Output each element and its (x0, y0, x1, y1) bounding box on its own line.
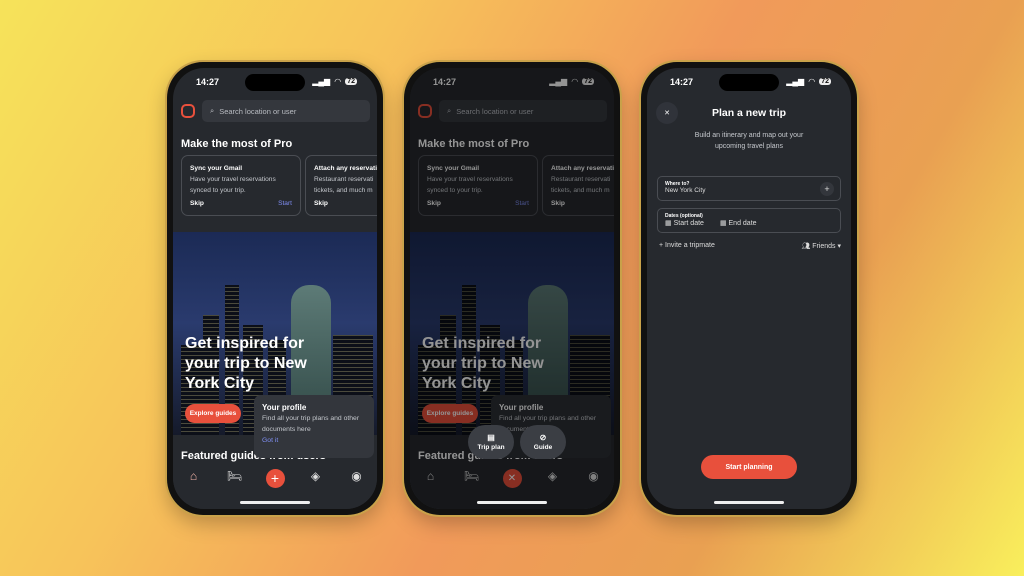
app-logo[interactable] (181, 104, 195, 118)
status-icons: ▂▄▆ ◠ 72 (312, 77, 357, 86)
phone-home: 14:27 ▂▄▆ ◠ 72 ⌕ Search location or user Ma… (167, 62, 383, 515)
home-icon[interactable]: ⌂ (184, 469, 204, 483)
dates-field: Dates (optional) ▦ Start date ▦ End date (657, 208, 841, 233)
battery-icon: 72 (345, 78, 357, 85)
profile-tooltip: Your profile Find all your trip plans and… (254, 395, 374, 458)
calendar-icon: ▦ (719, 220, 727, 227)
dynamic-island (719, 74, 779, 91)
status-time: 14:27 (670, 77, 694, 87)
attach-card: Attach any reservati Restaurant reservati… (305, 155, 377, 216)
got-it-button[interactable]: Got it (262, 437, 278, 444)
wifi-icon: ◠ (808, 77, 816, 86)
explore-guides-button[interactable]: Explore guides (185, 404, 241, 423)
chevron-down-icon: ▾ (837, 243, 841, 250)
start-button[interactable]: Start (278, 198, 292, 209)
profile-icon[interactable]: ◉ (347, 469, 367, 483)
page-title: Plan a new trip (711, 107, 787, 119)
wifi-icon: ◠ (334, 77, 342, 86)
document-icon: ▤ (487, 433, 495, 442)
dynamic-island (245, 74, 305, 91)
tag-icon[interactable]: ◈ (306, 469, 326, 483)
gmail-card: Sync your Gmail Have your travel reservat… (181, 155, 301, 216)
battery-icon: 72 (819, 78, 831, 85)
status-icons: ▂▄▆ ◠ 72 (786, 77, 831, 86)
home-indicator (714, 501, 784, 504)
bed-icon[interactable]: 🛏︎ (225, 469, 245, 483)
calendar-icon: ▦ (665, 220, 672, 227)
home-indicator (477, 501, 547, 504)
search-input[interactable]: ⌕ Search location or user (202, 100, 370, 122)
add-icon[interactable]: + (820, 182, 834, 196)
skip-button[interactable]: Skip (190, 198, 204, 209)
signal-icon: ▂▄▆ (312, 77, 331, 86)
hero-headline: Get inspired for your trip to New York C… (185, 335, 307, 392)
status-time: 14:27 (196, 77, 220, 87)
search-icon: ⌕ (210, 106, 215, 115)
phone-plan: 14:27 ▂▄▆ ◠ 72 ✕ Plan a new trip Build an … (641, 62, 857, 515)
compass-icon: ⊘ (539, 433, 547, 442)
guide-button[interactable]: ⊘ Guide (520, 425, 566, 459)
start-date-button[interactable]: ▦ Start date (665, 220, 704, 227)
plus-icon: + (659, 242, 664, 249)
people-icon: 👥︎ (801, 243, 811, 250)
trip-plan-button[interactable]: ▤ Trip plan (468, 425, 514, 459)
skip-button[interactable]: Skip (314, 198, 328, 209)
invite-tripmate-button[interactable]: + Invite a tripmate (659, 242, 715, 249)
start-planning-button[interactable]: Start planning (701, 455, 797, 479)
friends-dropdown[interactable]: 👥︎ Friends ▾ (801, 242, 841, 250)
signal-icon: ▂▄▆ (786, 77, 805, 86)
phone-menu: 14:27 ▂▄▆ ◠ 72 ⌕ Search location or user Ma… (404, 62, 620, 515)
end-date-button[interactable]: ▦ End date (720, 220, 757, 227)
page-subtitle: Build an itinerary and map out your upco… (694, 132, 804, 150)
where-to-field[interactable]: Where to? New York City + (657, 176, 841, 201)
home-indicator (240, 501, 310, 504)
plus-icon[interactable]: + (265, 469, 285, 488)
pro-heading: Make the most of Pro (181, 138, 293, 150)
